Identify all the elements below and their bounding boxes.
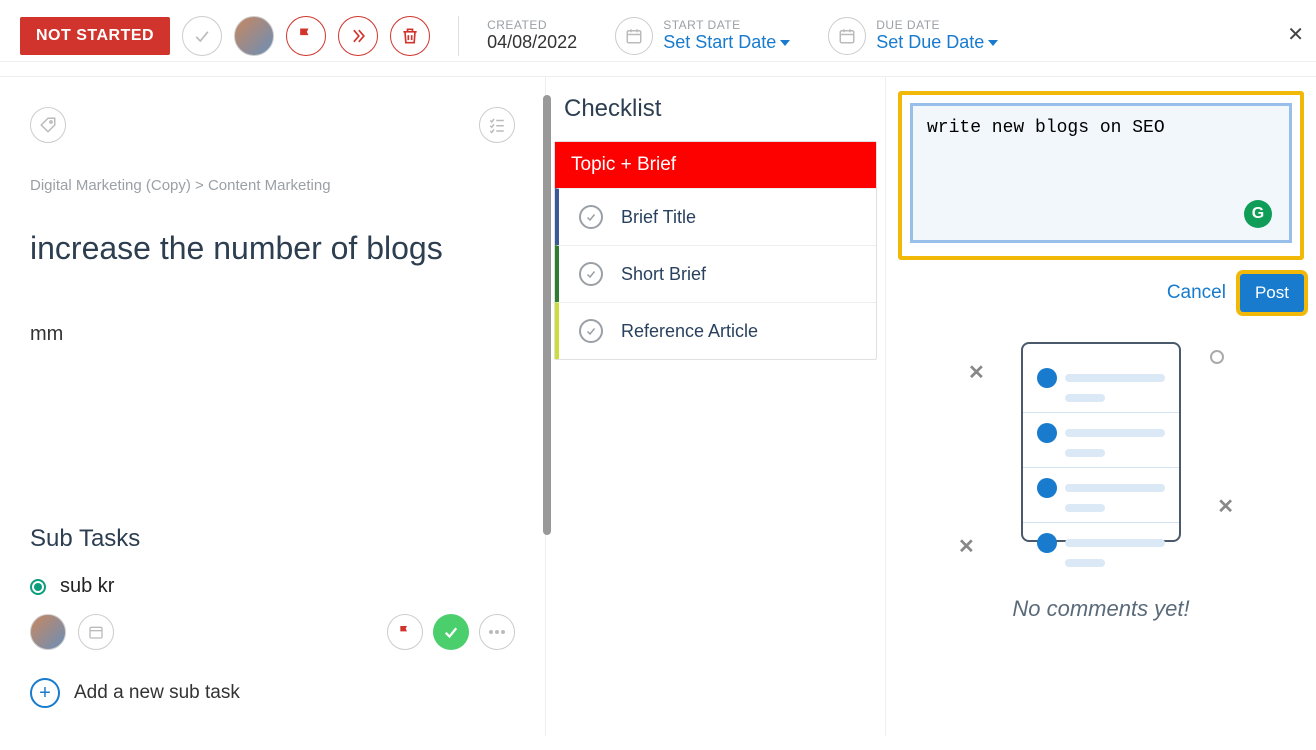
check-icon[interactable] [579, 205, 603, 229]
post-button[interactable]: Post [1240, 274, 1304, 312]
created-date: 04/08/2022 [487, 32, 577, 53]
task-description[interactable]: mm [30, 323, 515, 346]
subtask-row[interactable]: sub kr [30, 575, 515, 598]
cancel-button[interactable]: Cancel [1167, 282, 1226, 304]
decorative-x-icon: ✕ [958, 534, 975, 559]
top-toolbar: NOT STARTED CREATED 04/08/2022 START DAT… [0, 10, 1316, 62]
flag-icon[interactable] [286, 16, 326, 56]
subtask-name: sub kr [60, 575, 114, 598]
add-subtask-button[interactable]: + Add a new sub task [30, 678, 515, 708]
calendar-icon [615, 17, 653, 55]
complete-icon[interactable] [182, 16, 222, 56]
checklist-pane: Checklist Topic + Brief Brief Title Shor… [545, 77, 885, 736]
subtasks-heading: Sub Tasks [30, 525, 515, 553]
calendar-icon[interactable] [78, 614, 114, 650]
scrollbar[interactable] [543, 95, 551, 535]
decorative-circle-icon [1210, 350, 1224, 364]
subtask-assignee-avatar[interactable] [30, 614, 66, 650]
forward-icon[interactable] [338, 16, 378, 56]
comments-pane: write new blogs on SEO G Cancel Post ✕ ✕… [885, 77, 1316, 736]
task-details-pane: Digital Marketing (Copy) > Content Marke… [0, 77, 545, 736]
checklist-item[interactable]: Reference Article [555, 302, 876, 359]
empty-comments-illustration [1021, 342, 1181, 542]
due-date-label: DUE DATE [876, 18, 998, 32]
more-icon[interactable] [479, 614, 515, 650]
task-title[interactable]: increase the number of blogs [30, 230, 515, 267]
checklist-toggle-icon[interactable] [479, 107, 515, 143]
created-label: CREATED [487, 18, 577, 32]
trash-icon[interactable] [390, 16, 430, 56]
start-date-label: START DATE [663, 18, 790, 32]
grammarly-icon: G [1244, 200, 1272, 228]
checklist-section-header[interactable]: Topic + Brief [555, 142, 876, 188]
complete-subtask-button[interactable] [433, 614, 469, 650]
checklist-heading: Checklist [546, 95, 885, 141]
calendar-icon [828, 17, 866, 55]
comment-input[interactable]: write new blogs on SEO [910, 103, 1292, 243]
plus-icon: + [30, 678, 60, 708]
check-icon[interactable] [579, 319, 603, 343]
breadcrumb[interactable]: Digital Marketing (Copy) > Content Marke… [30, 177, 515, 194]
tag-icon[interactable] [30, 107, 66, 143]
set-due-date-link[interactable]: Set Due Date [876, 32, 998, 53]
flag-icon[interactable] [387, 614, 423, 650]
set-start-date-link[interactable]: Set Start Date [663, 32, 790, 53]
radio-icon[interactable] [30, 579, 46, 595]
decorative-x-icon: ✕ [1217, 494, 1234, 519]
close-icon[interactable]: ✕ [1287, 22, 1304, 47]
decorative-x-icon: ✕ [968, 360, 985, 385]
check-icon[interactable] [579, 262, 603, 286]
assignee-avatar[interactable] [234, 16, 274, 56]
checklist-item[interactable]: Short Brief [555, 245, 876, 302]
status-badge[interactable]: NOT STARTED [20, 17, 170, 55]
checklist-item[interactable]: Brief Title [555, 188, 876, 245]
no-comments-text: No comments yet! [898, 596, 1304, 622]
